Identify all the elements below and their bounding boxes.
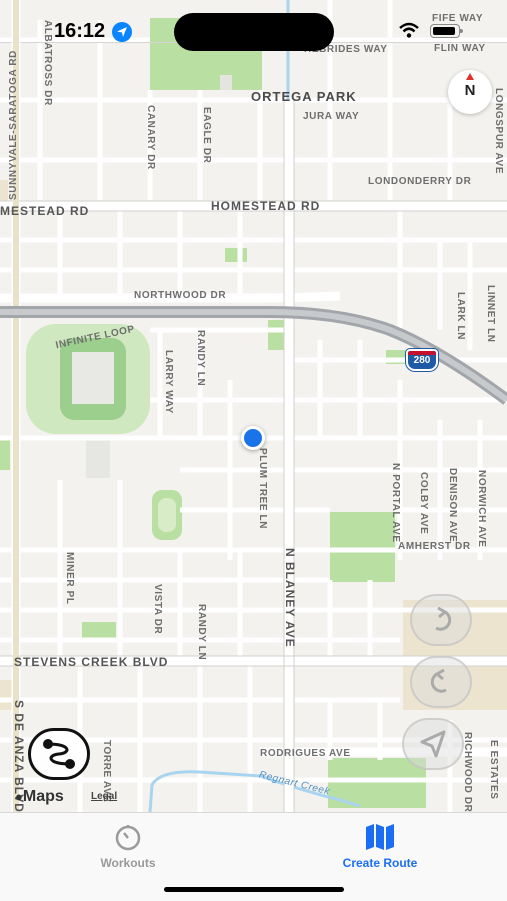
road-label-denison-ave: DENISON AVE bbox=[447, 468, 458, 543]
locate-me-button[interactable] bbox=[402, 718, 464, 770]
location-services-icon bbox=[112, 22, 132, 42]
compass-north-arrow-icon bbox=[466, 73, 474, 80]
location-arrow-icon bbox=[420, 730, 446, 758]
maps-attribution-text: Maps bbox=[22, 788, 64, 805]
road-label-n-portal-ave: N PORTAL AVE bbox=[390, 463, 401, 543]
home-indicator bbox=[164, 887, 344, 892]
road-label-sunnyvale-saratoga-rd: SUNNYVALE-SARATOGA RD bbox=[8, 50, 19, 201]
road-label-canary-dr: CANARY DR bbox=[145, 105, 156, 170]
park-area-east bbox=[330, 512, 395, 582]
road-label-amherst-dr: AMHERST DR bbox=[398, 541, 471, 552]
road-label-larry-way: LARRY WAY bbox=[163, 350, 174, 414]
undo-icon bbox=[435, 606, 452, 631]
battery-icon bbox=[430, 24, 463, 38]
map-icon bbox=[366, 824, 394, 850]
road-label-longspur-ave: LONGSPUR AVE bbox=[493, 88, 504, 175]
road-label-linnet-ln: LINNET LN bbox=[485, 285, 496, 343]
tab-bar: Workouts Create Route bbox=[0, 812, 507, 901]
status-time: 16:12 bbox=[54, 20, 106, 42]
road-label-e-estates: E ESTATES bbox=[488, 740, 499, 800]
compass-button[interactable]: N bbox=[448, 70, 492, 114]
road-label-norwich-ave: NORWICH AVE bbox=[476, 470, 487, 548]
apple-maps-logo: ●Maps bbox=[15, 788, 64, 806]
park-label-ortega: ORTEGA PARK bbox=[251, 89, 357, 104]
road-label-plum-tree-ln: PLUM TREE LN bbox=[257, 448, 268, 530]
dynamic-island bbox=[174, 13, 334, 51]
highway-shield-280: 280 bbox=[406, 349, 438, 371]
undo-button[interactable] bbox=[410, 594, 472, 646]
road-label-eagle-dr: EAGLE DR bbox=[201, 107, 212, 164]
tab-workouts[interactable]: Workouts bbox=[58, 819, 198, 870]
redo-button[interactable] bbox=[410, 656, 472, 708]
road-label-londonderry-dr: LONDONDERRY DR bbox=[368, 176, 472, 187]
status-bar: 16:12 bbox=[0, 0, 507, 62]
redo-icon bbox=[430, 668, 447, 693]
road-label-miner-pl: MINER PL bbox=[64, 552, 75, 605]
road-label-colby-ave: COLBY AVE bbox=[418, 472, 429, 535]
road-label-homestead-rd: HOMESTEAD RD bbox=[211, 199, 321, 213]
road-label-rodrigues-ave: RODRIGUES AVE bbox=[260, 748, 351, 759]
legal-link[interactable]: Legal bbox=[91, 791, 117, 802]
map-view[interactable]: FIFE WAY HEBRIDES WAY FLIN WAY ORTEGA PA… bbox=[0, 0, 507, 812]
road-label-jura-way: JURA WAY bbox=[303, 111, 360, 122]
road-label-randy-ln-top: RANDY LN bbox=[195, 330, 206, 387]
tab-create-route-label: Create Route bbox=[342, 856, 418, 870]
route-path-icon bbox=[43, 739, 75, 769]
route-toggle-button[interactable] bbox=[28, 728, 90, 780]
road-label-lark-ln: LARK LN bbox=[455, 292, 466, 341]
stopwatch-icon bbox=[115, 825, 141, 851]
compass-label: N bbox=[464, 82, 476, 99]
road-label-vista-dr: VISTA DR bbox=[152, 584, 163, 635]
apple-logo-icon: ● bbox=[15, 789, 23, 804]
tab-create-route[interactable]: Create Route bbox=[310, 819, 450, 870]
tab-workouts-label: Workouts bbox=[100, 856, 156, 870]
road-label-stevens-creek-blvd: STEVENS CREEK BLVD bbox=[14, 655, 169, 669]
road-label-homestead-rd-left: MESTEAD RD bbox=[0, 204, 90, 218]
highway-shield-number: 280 bbox=[413, 355, 431, 366]
current-location-dot bbox=[241, 426, 265, 450]
road-label-n-blaney-ave: N BLANEY AVE bbox=[283, 548, 297, 648]
road-label-randy-ln-bottom: RANDY LN bbox=[196, 604, 207, 661]
wifi-icon bbox=[399, 22, 419, 38]
road-label-northwood-dr: NORTHWOOD DR bbox=[134, 290, 227, 301]
